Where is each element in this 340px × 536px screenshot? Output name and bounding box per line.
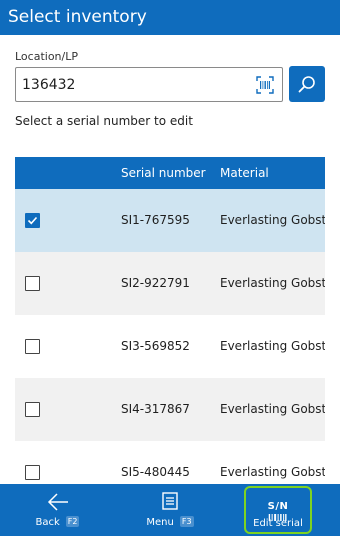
menu-document-icon [162, 492, 178, 514]
menu-label: Menu [146, 517, 174, 528]
material-cell: Everlasting Gobstop [220, 339, 325, 353]
menu-button[interactable]: Menu F3 [140, 484, 200, 536]
material-cell: Everlasting Gobstop [220, 213, 325, 227]
back-shortcut-key: F2 [65, 516, 80, 527]
edit-serial-label: Edit serial [253, 518, 303, 529]
table-row[interactable]: SI4-317867 Everlasting Gobstop [15, 378, 325, 441]
arrow-left-icon [47, 492, 69, 516]
row-checkbox[interactable] [25, 339, 40, 354]
serial-cell: SI4-317867 [121, 402, 190, 416]
location-lp-input[interactable] [22, 68, 242, 101]
location-lp-field-container [15, 67, 283, 102]
row-checkbox[interactable] [25, 276, 40, 291]
location-lp-label: Location/LP [15, 50, 78, 63]
row-checkbox[interactable] [25, 402, 40, 417]
checkmark-icon [27, 216, 38, 225]
table-header: Serial number Material [15, 157, 325, 189]
material-cell: Everlasting Gobstop [220, 465, 325, 479]
serial-table: Serial number Material SI1-767595 Everla… [15, 157, 325, 487]
row-checkbox[interactable] [25, 465, 40, 480]
back-label: Back [35, 517, 60, 528]
page-title: Select inventory [8, 7, 147, 27]
search-button[interactable] [289, 66, 325, 102]
material-cell: Everlasting Gobstop [220, 402, 325, 416]
search-icon [298, 76, 315, 93]
barcode-scan-icon[interactable] [256, 76, 274, 94]
serial-cell: SI2-922791 [121, 276, 190, 290]
app-header: Select inventory [0, 0, 340, 35]
table-row[interactable]: SI5-480445 Everlasting Gobstop [15, 441, 325, 487]
column-header-serial: Serial number [121, 166, 206, 180]
table-row[interactable]: SI1-767595 Everlasting Gobstop [15, 189, 325, 252]
edit-serial-button[interactable]: S/N Edit serial [244, 486, 312, 534]
material-cell: Everlasting Gobstop [220, 276, 325, 290]
serial-cell: SI3-569852 [121, 339, 190, 353]
column-header-material: Material [220, 166, 269, 180]
table-row[interactable]: SI3-569852 Everlasting Gobstop [15, 315, 325, 378]
instruction-text: Select a serial number to edit [15, 114, 193, 128]
back-button[interactable]: Back F2 [35, 484, 80, 536]
serial-number-icon: S/N [268, 494, 289, 521]
table-row[interactable]: SI2-922791 Everlasting Gobstop [15, 252, 325, 315]
bottom-action-bar: Back F2 Menu F3 S/N Edit serial [0, 484, 340, 536]
serial-number-icon-text: S/N [267, 501, 289, 512]
row-checkbox[interactable] [25, 213, 40, 228]
serial-cell: SI5-480445 [121, 465, 190, 479]
serial-cell: SI1-767595 [121, 213, 190, 227]
menu-shortcut-key: F3 [179, 516, 194, 527]
